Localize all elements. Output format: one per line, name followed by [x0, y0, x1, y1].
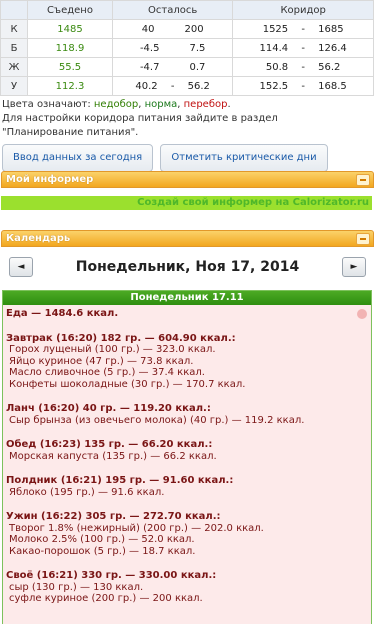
legend-norma: норма: [144, 99, 178, 110]
legend-hint: Для настройки коридора питания зайдите в…: [2, 113, 278, 124]
informer-link[interactable]: Создай свой информер на Calorizator.ru: [137, 197, 372, 208]
meal-header-breakfast: Завтрак (16:20) 182 гр. — 604.90 ккал.:: [6, 332, 236, 344]
list-item: Конфеты шоколадные (30 гр.) — 170.7 ккал…: [9, 378, 246, 390]
color-legend: Цвета означают: недобор, норма, перебор.…: [0, 96, 375, 140]
corridor-range: 114.4-126.4: [232, 38, 374, 58]
row-key: Б: [0, 38, 28, 58]
meal-header-lunch: Ланч (16:20) 40 гр. — 119.20 ккал.:: [6, 403, 211, 414]
table-row: Ж 55.5 -4.7 0.7 50.8-56.2: [0, 57, 374, 77]
list-item: Масло сливочное (5 гр.) — 37.4 ккал.: [9, 367, 205, 378]
table-header-blank: [0, 0, 28, 20]
apple-icon: [357, 309, 367, 319]
legend-perebor: перебор: [183, 99, 228, 110]
calendar-title: Календарь: [6, 233, 71, 244]
table-row: Б 118.9 -4.5 7.5 114.4-126.4: [0, 38, 374, 58]
eaten-value: 112.3: [27, 76, 113, 96]
prev-day-button[interactable]: ◄: [9, 257, 33, 277]
col-header-corridor: Коридор: [232, 0, 374, 20]
collapse-icon[interactable]: [356, 174, 370, 186]
meal-header-snack: Полдник (16:21) 195 гр. — 91.60 ккал.:: [6, 475, 234, 486]
left-range: 40 200: [111, 19, 234, 39]
day-header: Понедельник 17.11: [3, 291, 371, 305]
calendar-panel-header: Календарь: [1, 230, 374, 247]
list-item: суфле куриное (200 гр.) — 200 ккал.: [9, 593, 203, 604]
corridor-range: 152.5-168.5: [232, 76, 374, 96]
meal-header-dinner: Обед (16:23) 135 гр. — 66.20 ккал.:: [6, 439, 213, 450]
eaten-value: 1485: [27, 19, 113, 39]
left-range: -4.7 0.7: [111, 57, 234, 77]
action-buttons: Ввод данных за сегодня Отметить критичес…: [2, 144, 375, 172]
left-range: -4.5 7.5: [111, 38, 234, 58]
mark-critical-days-button[interactable]: Отметить критические дни: [160, 144, 328, 172]
nutrition-table: Съедено Осталось Коридор К 1485 40 200 15…: [0, 0, 374, 96]
list-item: Горох лущеный (100 гр.) — 323.0 ккал.: [9, 344, 216, 355]
row-key: К: [0, 19, 28, 39]
current-date: Понедельник, Ноя 17, 2014: [75, 259, 300, 275]
left-range: 40.2-56.2: [111, 76, 234, 96]
day-panel: Понедельник 17.11 Еда — 1484.6 ккал. Зав…: [2, 290, 372, 624]
list-item: Какао-порошок (5 гр.) — 18.7 ккал.: [9, 545, 196, 557]
list-item: Творог 1.8% (нежирный) (200 гр.) — 202.0…: [9, 522, 264, 534]
list-item: сыр (130 гр.) — 130 ккал.: [9, 581, 144, 593]
date-navigation: ◄ Понедельник, Ноя 17, 2014 ►: [0, 256, 375, 280]
meal-header-supper: Ужин (16:22) 305 гр. — 272.70 ккал.:: [6, 511, 221, 522]
list-item: Сыр брынза (из овечьего молока) (40 гр.)…: [9, 414, 305, 426]
next-day-button[interactable]: ►: [342, 257, 366, 277]
table-row: У 112.3 40.2-56.2 152.5-168.5: [0, 76, 374, 96]
informer-panel-header: Мой информер: [1, 171, 374, 188]
total-food: Еда — 1484.6 ккал.: [6, 308, 119, 319]
meal-header-custom: Своё (16:21) 330 гр. — 330.00 ккал.:: [6, 570, 217, 581]
legend-hint-link: "Планирование питания".: [2, 127, 139, 138]
list-item: Яйцо куриное (47 гр.) — 73.8 ккал.: [9, 355, 194, 367]
row-key: Ж: [0, 57, 28, 77]
legend-line: Цвета означают: недобор, норма, перебор.: [2, 99, 231, 110]
eaten-value: 55.5: [27, 57, 113, 77]
legend-nedobor: недобор: [93, 99, 139, 110]
collapse-icon[interactable]: [356, 233, 370, 245]
table-header-row: Съедено Осталось Коридор: [0, 0, 374, 20]
meal-list: Еда — 1484.6 ккал. Завтрак (16:20) 182 г…: [3, 305, 371, 624]
corridor-range: 50.8-56.2: [232, 57, 374, 77]
col-header-eaten: Съедено: [27, 0, 113, 20]
row-key: У: [0, 76, 28, 96]
eaten-value: 118.9: [27, 38, 113, 58]
table-row: К 1485 40 200 1525-1685: [0, 19, 374, 39]
enter-today-button[interactable]: Ввод данных за сегодня: [2, 144, 154, 172]
col-header-left: Осталось: [111, 0, 234, 20]
informer-banner[interactable]: Создай свой информер на Calorizator.ru: [1, 196, 372, 210]
list-item: Молоко 2.5% (100 гр.) — 52.0 ккал.: [9, 534, 195, 545]
list-item: Морская капуста (135 гр.) — 66.2 ккал.: [9, 450, 217, 462]
corridor-range: 1525-1685: [232, 19, 374, 39]
list-item: Яблоко (195 гр.) — 91.6 ккал.: [9, 486, 165, 498]
informer-title: Мой информер: [6, 174, 94, 185]
